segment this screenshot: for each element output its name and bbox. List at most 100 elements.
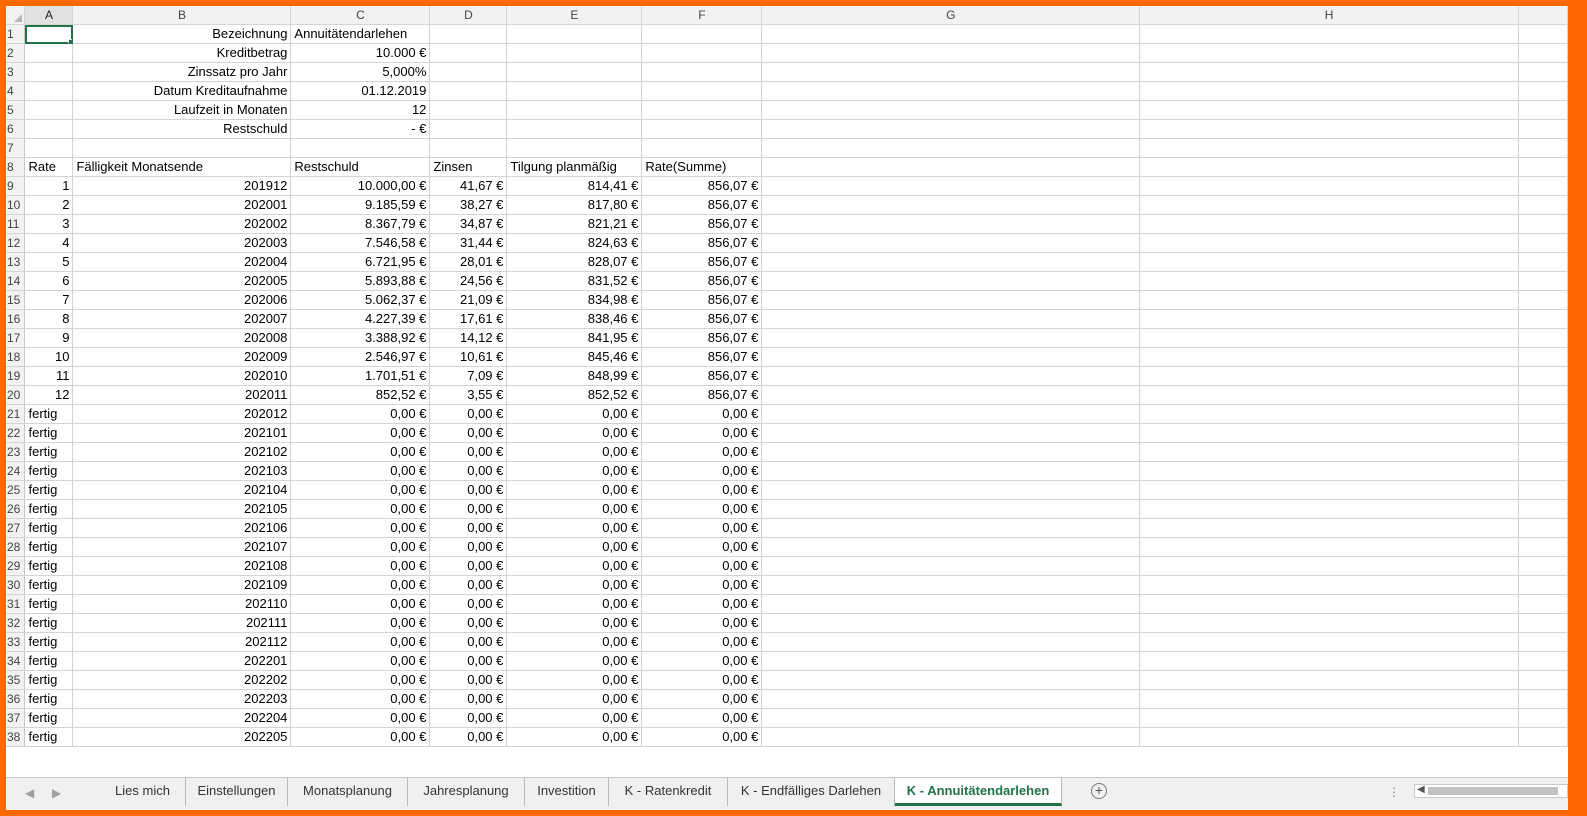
empty-cell[interactable] (1518, 689, 1568, 710)
table-cell[interactable]: 202202 (72, 670, 292, 691)
empty-cell[interactable] (1139, 62, 1519, 83)
column-header-f[interactable]: F (641, 6, 763, 26)
table-cell[interactable]: 0,00 € (641, 556, 763, 577)
empty-cell[interactable] (1518, 81, 1568, 102)
table-cell[interactable]: 202101 (72, 423, 292, 444)
table-cell[interactable]: 2.546,97 € (290, 347, 431, 368)
empty-cell[interactable] (1518, 24, 1568, 45)
table-cell[interactable]: 202111 (72, 613, 292, 634)
empty-cell[interactable] (1518, 708, 1568, 729)
table-cell[interactable]: 202108 (72, 556, 292, 577)
table-cell[interactable]: 0,00 € (506, 575, 643, 596)
table-cell[interactable]: 202007 (72, 309, 292, 330)
table-cell[interactable]: fertig (24, 442, 74, 463)
table-cell[interactable]: 7 (24, 290, 74, 311)
empty-cell[interactable] (24, 62, 74, 83)
table-cell[interactable]: 24,56 € (429, 271, 508, 292)
row-header[interactable]: 9 (6, 176, 26, 197)
table-cell[interactable]: fertig (24, 575, 74, 596)
table-cell[interactable]: 0,00 € (290, 518, 431, 539)
table-cell[interactable]: 0,00 € (506, 689, 643, 710)
empty-cell[interactable] (1518, 556, 1568, 577)
table-cell[interactable]: 0,00 € (506, 670, 643, 691)
table-cell[interactable]: 5 (24, 252, 74, 273)
table-cell[interactable]: 0,00 € (641, 461, 763, 482)
row-header[interactable]: 22 (6, 423, 26, 444)
empty-cell[interactable] (1139, 480, 1519, 501)
empty-cell[interactable] (1518, 62, 1568, 83)
row-header[interactable]: 33 (6, 632, 26, 653)
empty-cell[interactable] (761, 423, 1141, 444)
empty-cell[interactable] (1139, 499, 1519, 520)
empty-cell[interactable] (1139, 328, 1519, 349)
table-cell[interactable]: 0,00 € (290, 727, 431, 748)
empty-cell[interactable] (1518, 347, 1568, 368)
table-cell[interactable]: fertig (24, 423, 74, 444)
table-cell[interactable]: 856,07 € (641, 290, 763, 311)
table-cell[interactable]: fertig (24, 499, 74, 520)
empty-cell[interactable] (1518, 632, 1568, 653)
table-cell[interactable]: 9 (24, 328, 74, 349)
empty-cell[interactable] (761, 309, 1141, 330)
table-cell[interactable]: 848,99 € (506, 366, 643, 387)
empty-cell[interactable] (761, 651, 1141, 672)
empty-cell[interactable] (641, 62, 763, 83)
table-cell[interactable]: 202105 (72, 499, 292, 520)
empty-cell[interactable] (1518, 613, 1568, 634)
empty-cell[interactable] (1139, 138, 1519, 159)
horizontal-scrollbar[interactable]: ◀ (1414, 784, 1568, 798)
table-cell[interactable]: 21,09 € (429, 290, 508, 311)
empty-cell[interactable] (761, 518, 1141, 539)
empty-cell[interactable] (641, 138, 763, 159)
row-header[interactable]: 11 (6, 214, 26, 235)
empty-cell[interactable] (1139, 214, 1519, 235)
empty-cell[interactable] (24, 119, 74, 140)
tab-monatsplanung[interactable]: Monatsplanung (288, 778, 408, 806)
table-cell[interactable]: 202205 (72, 727, 292, 748)
table-cell[interactable]: 202001 (72, 195, 292, 216)
table-cell[interactable]: 38,27 € (429, 195, 508, 216)
row-header[interactable]: 30 (6, 575, 26, 596)
table-cell[interactable]: 1 (24, 176, 74, 197)
table-cell[interactable]: 2 (24, 195, 74, 216)
table-cell[interactable]: 0,00 € (429, 423, 508, 444)
empty-cell[interactable] (1518, 176, 1568, 197)
table-cell[interactable]: 856,07 € (641, 214, 763, 235)
table-cell[interactable]: 202112 (72, 632, 292, 653)
tab-scroll-right-icon[interactable]: ▶ (52, 786, 61, 800)
table-cell[interactable]: 202010 (72, 366, 292, 387)
tab-k-endfälliges-darlehen[interactable]: K - Endfälliges Darlehen (728, 778, 895, 806)
empty-cell[interactable] (761, 575, 1141, 596)
empty-cell[interactable] (1518, 537, 1568, 558)
table-column-header[interactable]: Restschuld (290, 157, 431, 178)
table-cell[interactable]: 0,00 € (429, 404, 508, 425)
table-cell[interactable]: 0,00 € (641, 518, 763, 539)
table-cell[interactable]: fertig (24, 404, 74, 425)
empty-cell[interactable] (1518, 233, 1568, 254)
table-cell[interactable]: 831,52 € (506, 271, 643, 292)
table-cell[interactable]: 0,00 € (506, 537, 643, 558)
table-cell[interactable]: 202006 (72, 290, 292, 311)
empty-cell[interactable] (1518, 271, 1568, 292)
empty-cell[interactable] (1518, 43, 1568, 64)
row-header[interactable]: 16 (6, 309, 26, 330)
select-all-corner[interactable] (6, 6, 26, 26)
empty-cell[interactable] (761, 385, 1141, 406)
table-cell[interactable]: 0,00 € (429, 689, 508, 710)
table-cell[interactable]: 0,00 € (506, 727, 643, 748)
table-cell[interactable]: 202004 (72, 252, 292, 273)
empty-cell[interactable] (761, 138, 1141, 159)
table-cell[interactable]: 0,00 € (290, 670, 431, 691)
table-cell[interactable]: fertig (24, 727, 74, 748)
table-cell[interactable]: 0,00 € (641, 670, 763, 691)
table-cell[interactable]: 0,00 € (429, 575, 508, 596)
table-cell[interactable]: 0,00 € (641, 651, 763, 672)
column-header-b[interactable]: B (72, 6, 292, 26)
table-cell[interactable]: 856,07 € (641, 366, 763, 387)
empty-cell[interactable] (1139, 404, 1519, 425)
empty-cell[interactable] (506, 138, 643, 159)
tab-scroll-left-icon[interactable]: ◀ (25, 786, 34, 800)
row-header[interactable]: 32 (6, 613, 26, 634)
empty-cell[interactable] (1139, 100, 1519, 121)
empty-cell[interactable] (1518, 499, 1568, 520)
